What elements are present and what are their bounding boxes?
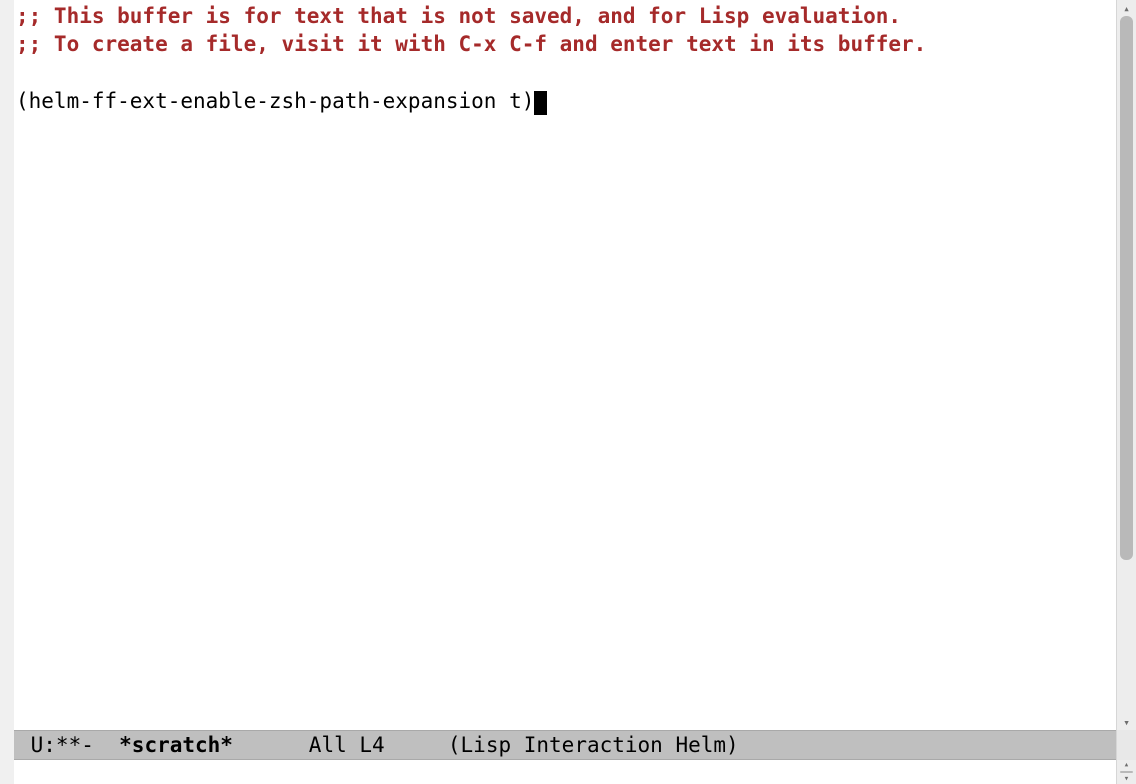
scroll-down-arrow-icon[interactable]: ▾ [1117,714,1136,730]
modeline-mode: (Lisp Interaction Helm) [448,733,739,757]
left-fringe [0,0,14,784]
comment-line-2: ;; To create a file, visit it with C-x C… [16,32,926,56]
mini-scroll-up-icon[interactable]: ▴ [1117,760,1136,770]
mini-scroll-thumb[interactable] [1120,771,1133,773]
scratch-buffer[interactable]: ;; This buffer is for text that is not s… [14,0,1116,730]
minibuffer[interactable] [14,760,1116,784]
scroll-up-arrow-icon[interactable]: ▴ [1117,0,1136,16]
scroll-track[interactable] [1117,16,1136,714]
lisp-code-line: (helm-ff-ext-enable-zsh-path-expansion t… [16,89,534,113]
modeline-position: All L4 [233,733,448,757]
modeline-buffer-name: *scratch* [119,733,233,757]
scroll-thumb[interactable] [1120,16,1133,560]
scrollbar-column: ▴ ▾ ▴ ▾ [1116,0,1136,784]
mini-scroll-down-icon[interactable]: ▾ [1117,774,1136,784]
mode-line[interactable]: U:**- *scratch* All L4 (Lisp Interaction… [14,730,1116,760]
text-cursor [534,91,547,115]
emacs-frame: ;; This buffer is for text that is not s… [0,0,1136,784]
scrollbar-modeline-spacer [1117,730,1136,760]
main-column: ;; This buffer is for text that is not s… [14,0,1116,784]
minibuffer-scrollbar: ▴ ▾ [1117,760,1136,784]
comment-line-1: ;; This buffer is for text that is not s… [16,4,901,28]
modeline-status: U:**- [18,733,119,757]
